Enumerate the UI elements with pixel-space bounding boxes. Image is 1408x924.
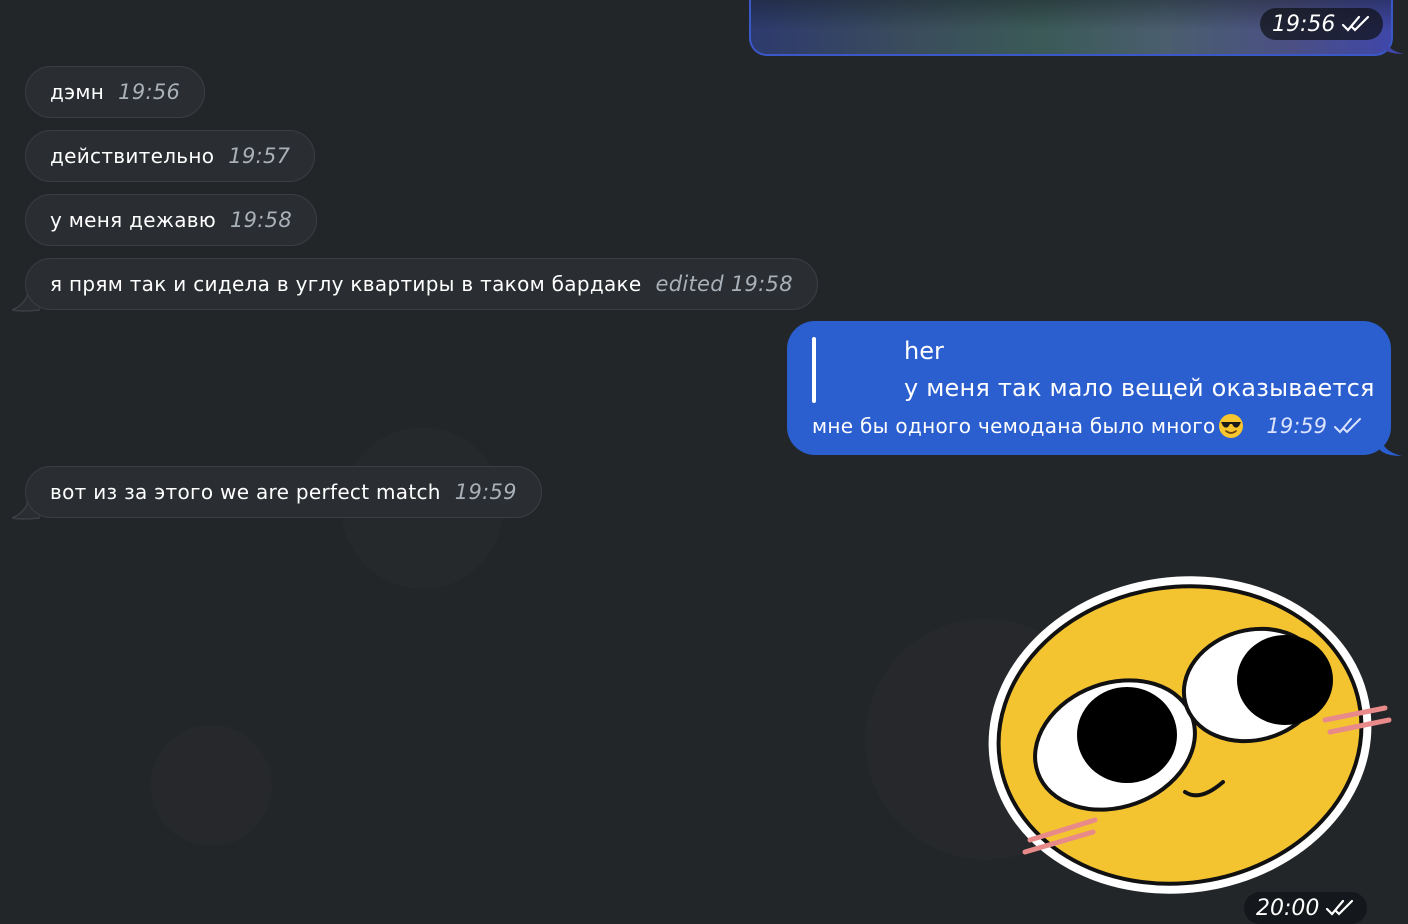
message-body: мне бы одного чемодана было много xyxy=(812,413,1244,439)
incoming-message[interactable]: дэмн 19:56 xyxy=(25,66,206,118)
message-text: вот из за этого we are perfect match xyxy=(50,480,441,504)
message-time: edited 19:58 xyxy=(655,272,793,296)
outgoing-reply-message[interactable]: her у меня так мало вещей оказывается мн… xyxy=(787,321,1391,455)
incoming-message[interactable]: вот из за этого we are perfect match 19:… xyxy=(25,466,542,518)
message-time: 19:56 xyxy=(118,80,181,104)
message-text: мне бы одного чемодана было много xyxy=(812,414,1216,438)
message-time: 19:57 xyxy=(228,144,291,168)
quote-bar xyxy=(812,337,816,403)
message-text: дэмн xyxy=(50,80,105,104)
sticker-time: 20:00 xyxy=(1256,895,1320,921)
media-message-time: 19:56 xyxy=(1272,11,1336,37)
quote-author[interactable]: her xyxy=(904,337,944,365)
quote-text[interactable]: у меня так мало вещей оказывается xyxy=(904,374,1375,402)
double-check-icon xyxy=(1325,899,1355,917)
message-time: 19:59 xyxy=(454,480,517,504)
media-message-timestamp: 19:56 xyxy=(1260,8,1384,40)
message-text: я прям так и сидела в углу квартиры в та… xyxy=(50,272,642,296)
incoming-message[interactable]: я прям так и сидела в углу квартиры в та… xyxy=(25,258,818,310)
message-text: у меня дежавю xyxy=(50,208,216,232)
sticker-timestamp: 20:00 xyxy=(1244,892,1368,924)
double-check-icon xyxy=(1333,417,1363,435)
message-time: 19:59 xyxy=(1266,414,1327,438)
blushing-face-sticker[interactable] xyxy=(985,570,1395,900)
bubble-tail xyxy=(1382,36,1404,54)
message-text: действительно xyxy=(50,144,215,168)
message-time: 19:58 xyxy=(229,208,293,232)
double-check-icon xyxy=(1341,15,1371,33)
incoming-message[interactable]: у меня дежавю 19:58 xyxy=(25,194,318,246)
sunglasses-emoji-icon xyxy=(1218,414,1243,438)
incoming-message[interactable]: действительно 19:57 xyxy=(25,130,316,182)
message-timestamp: 19:59 xyxy=(1266,414,1363,438)
